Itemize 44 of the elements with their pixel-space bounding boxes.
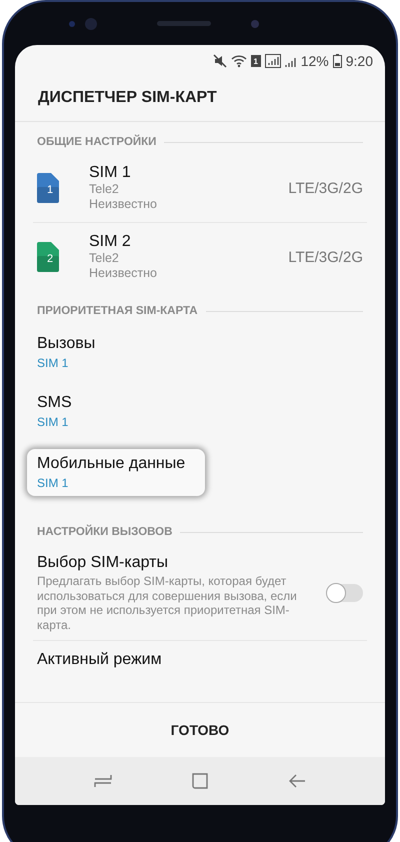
setting-description: Предлагать выбор SIM-карты, которая будет использоваться для совершения вызова, если при этом не используется приоритетная SIM-карта. xyxy=(37,574,298,632)
setting-title: Выбор SIM-карты xyxy=(37,554,169,572)
sensor-icon xyxy=(69,20,75,26)
sim-status: Неизвестно xyxy=(89,197,158,212)
preference-item[interactable]: Мобильные данные SIM 1 xyxy=(27,449,205,496)
section-header: ПРИОРИТЕТНАЯ SIM-КАРТА xyxy=(37,305,198,317)
back-icon[interactable] xyxy=(288,772,306,790)
sim-number: 2 xyxy=(46,253,54,265)
toggle-switch[interactable] xyxy=(327,584,363,602)
done-button[interactable]: ГОТОВО xyxy=(154,714,246,746)
home-icon[interactable] xyxy=(190,772,209,790)
preference-value: SIM 1 xyxy=(37,356,70,370)
preference-item[interactable]: Вызовы SIM 1 xyxy=(33,331,100,374)
battery-icon xyxy=(332,54,342,68)
sim-name: SIM 1 xyxy=(89,164,132,182)
signal-icon xyxy=(264,54,281,68)
preference-item[interactable]: SMS SIM 1 xyxy=(33,390,76,433)
section-header: ОБЩИЕ НАСТРОЙКИ xyxy=(37,136,156,148)
page-title: ДИСПЕТЧЕР SIM-КАРТ xyxy=(15,73,385,122)
camera-icon xyxy=(251,20,259,28)
sim-name: SIM 2 xyxy=(89,233,132,251)
sim-card-row[interactable]: 1 SIM 1 Tele2 Неизвестно LTE/3G/2G xyxy=(33,154,367,222)
setting-title[interactable]: Активный режим xyxy=(37,651,162,668)
sim-status: Неизвестно xyxy=(89,266,158,281)
recent-apps-icon[interactable] xyxy=(94,772,112,790)
preference-value: SIM 1 xyxy=(37,415,70,429)
operator-name: Tele2 xyxy=(89,182,120,197)
sim-badge: 1 xyxy=(250,55,261,67)
battery-percent: 12% xyxy=(300,53,329,69)
clock: 9:20 xyxy=(346,53,373,69)
network-mode: LTE/3G/2G xyxy=(288,248,363,266)
operator-name: Tele2 xyxy=(89,251,120,266)
preference-title: SMS xyxy=(37,394,72,412)
camera-icon xyxy=(85,18,97,30)
mute-icon xyxy=(212,54,227,68)
network-mode: LTE/3G/2G xyxy=(288,180,363,196)
preference-title: Мобильные данные xyxy=(37,455,186,473)
speaker-icon xyxy=(157,21,211,26)
sim-number: 1 xyxy=(46,184,54,196)
preference-title: Вызовы xyxy=(37,335,96,353)
preference-value: SIM 1 xyxy=(37,476,70,490)
wifi-icon xyxy=(230,54,247,68)
sim-card-row[interactable]: 2 SIM 2 Tele2 Неизвестно LTE/3G/2G xyxy=(33,222,367,291)
section-header: НАСТРОЙКИ ВЫЗОВОВ xyxy=(37,526,172,538)
